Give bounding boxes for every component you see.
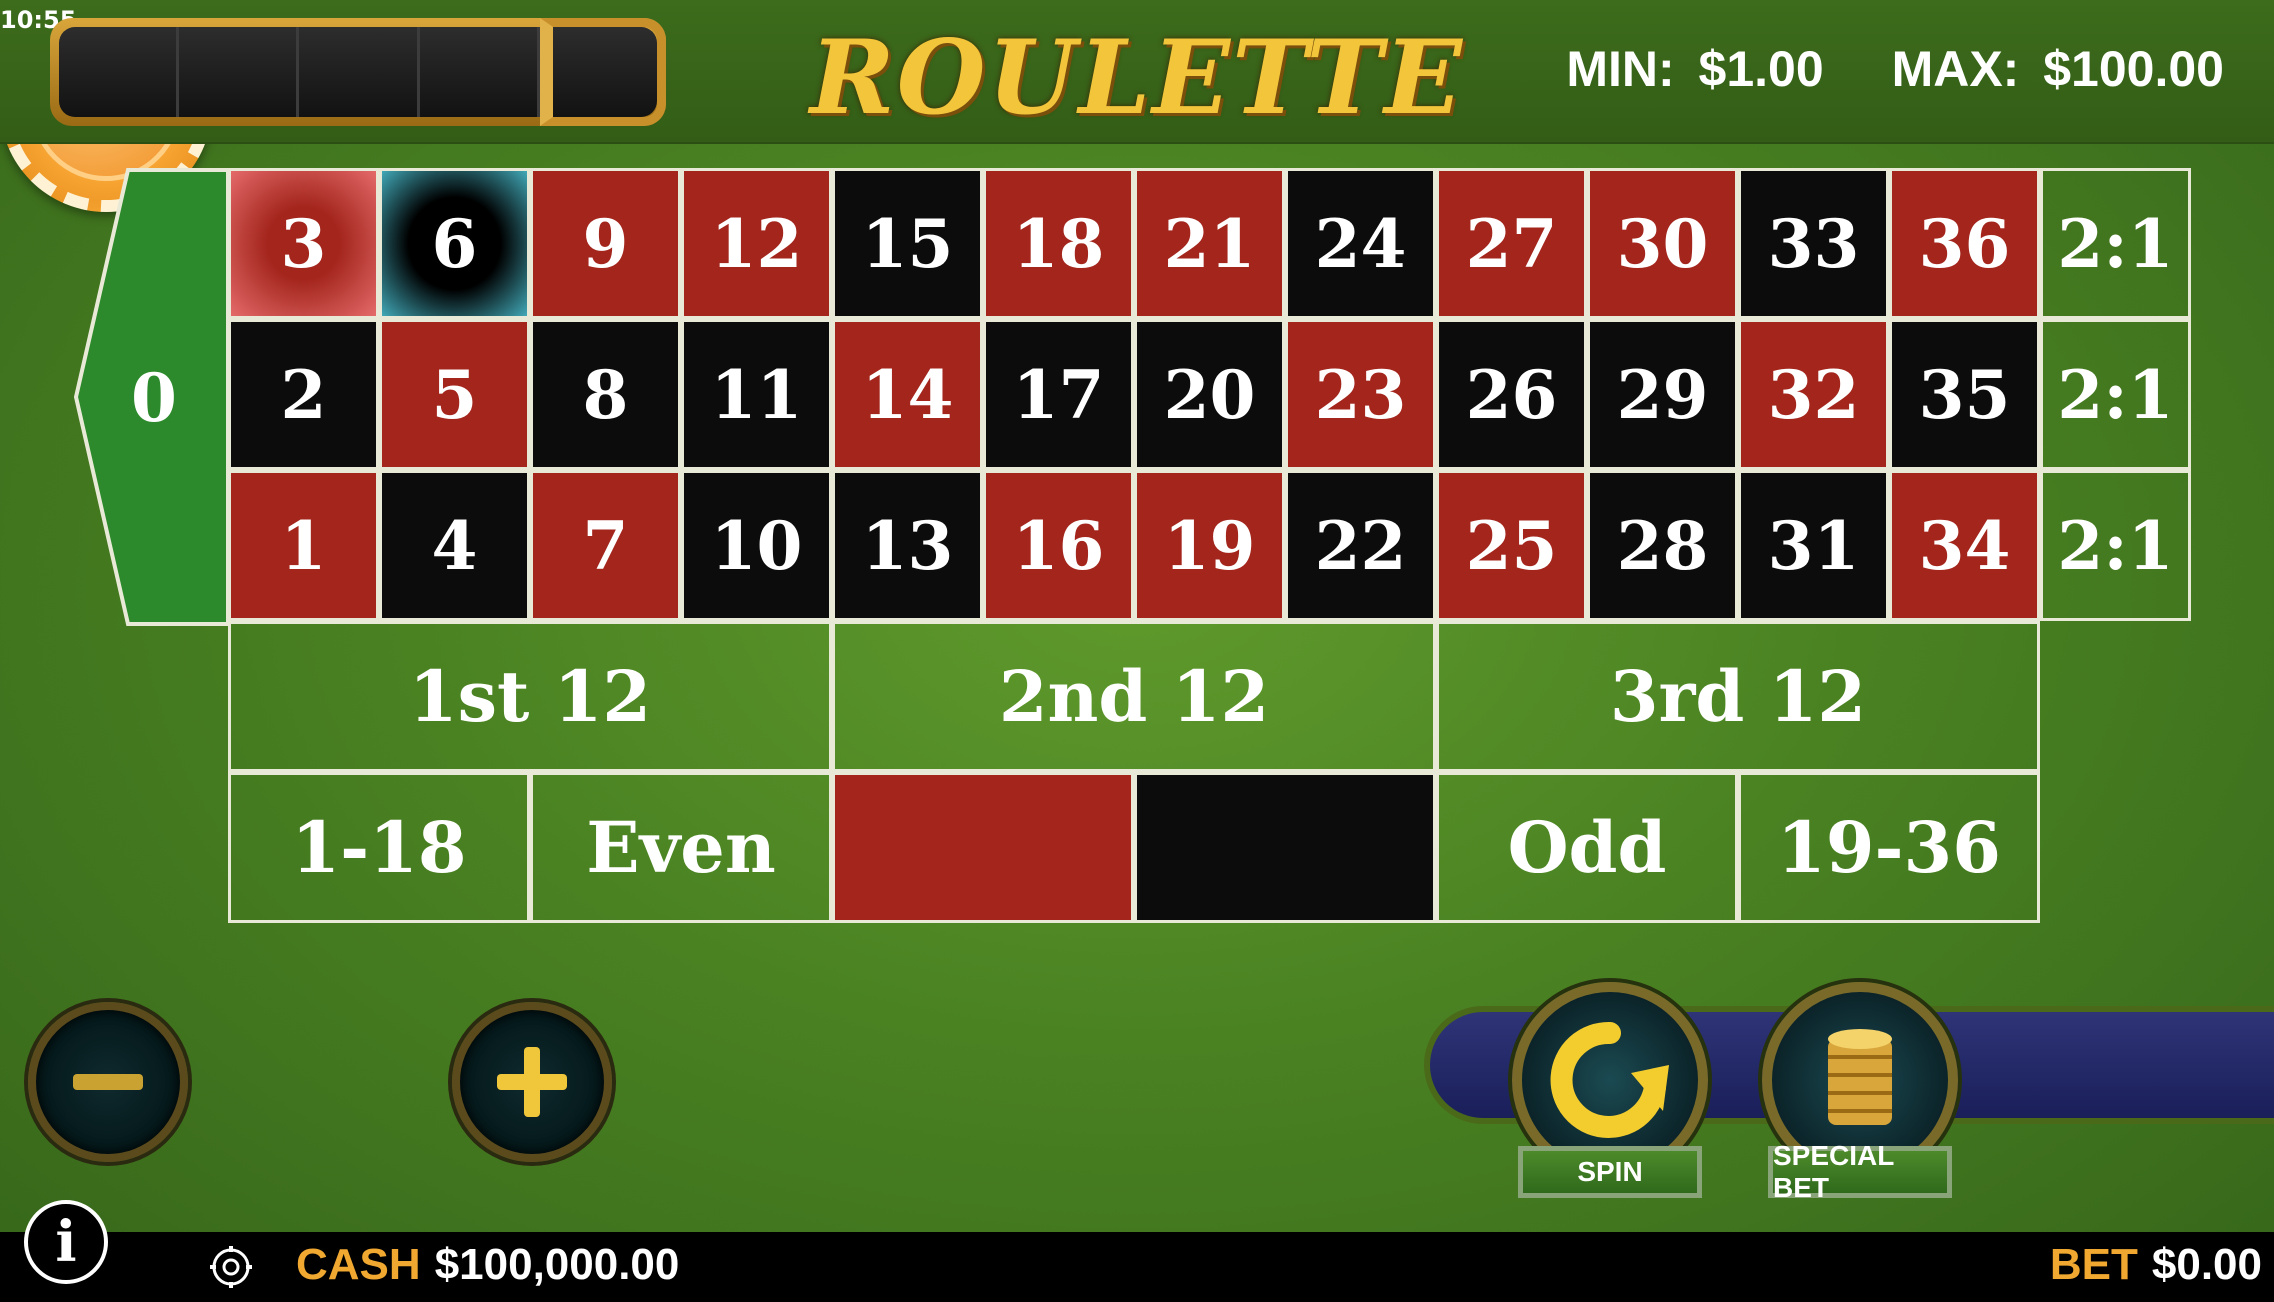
- plus-icon: [497, 1047, 567, 1117]
- zero-pocket[interactable]: 0: [74, 168, 230, 626]
- number-cell-5[interactable]: 5: [379, 319, 530, 470]
- number-cell-19[interactable]: 19: [1134, 470, 1285, 621]
- number-cell-14[interactable]: 14: [832, 319, 983, 470]
- number-cell-2[interactable]: 2: [228, 319, 379, 470]
- min-limit-label: MIN:: [1566, 41, 1675, 97]
- number-cell-26[interactable]: 26: [1436, 319, 1587, 470]
- min-limit-value: $1.00: [1698, 41, 1824, 97]
- special-bet-label[interactable]: SPECIAL BET: [1768, 1140, 1952, 1203]
- number-cell-27[interactable]: 27: [1436, 168, 1587, 319]
- number-cell-34[interactable]: 34: [1889, 470, 2040, 621]
- odd-bet[interactable]: Odd: [1436, 772, 1738, 923]
- number-cell-22[interactable]: 22: [1285, 470, 1436, 621]
- black-bet[interactable]: [1134, 772, 1436, 923]
- number-cell-24[interactable]: 24: [1285, 168, 1436, 319]
- low-bet-1-18[interactable]: 1-18: [228, 772, 530, 923]
- even-bet[interactable]: Even: [530, 772, 832, 923]
- minus-icon: [73, 1074, 143, 1090]
- number-cell-12[interactable]: 12: [681, 168, 832, 319]
- column-bet-2[interactable]: 2:1: [2040, 319, 2191, 470]
- number-cell-15[interactable]: 15: [832, 168, 983, 319]
- number-cell-8[interactable]: 8: [530, 319, 681, 470]
- number-cell-7[interactable]: 7: [530, 470, 681, 621]
- number-cell-3[interactable]: 3: [228, 168, 379, 319]
- number-cell-20[interactable]: 20: [1134, 319, 1285, 470]
- number-cell-33[interactable]: 33: [1738, 168, 1889, 319]
- number-cell-30[interactable]: 30: [1587, 168, 1738, 319]
- number-cell-13[interactable]: 13: [832, 470, 983, 621]
- number-cell-35[interactable]: 35: [1889, 319, 2040, 470]
- bet-limits: MIN: $1.00 MAX: $100.00: [1512, 40, 2224, 98]
- cash-label: CASH: [296, 1240, 421, 1289]
- number-cell-28[interactable]: 28: [1587, 470, 1738, 621]
- column-bet-1[interactable]: 2:1: [2040, 168, 2191, 319]
- spin-label[interactable]: SPIN: [1518, 1146, 1702, 1198]
- max-limit-label: MAX:: [1891, 41, 2020, 97]
- dozen-bet-3[interactable]: 3rd 12: [1436, 621, 2040, 772]
- number-cell-10[interactable]: 10: [681, 470, 832, 621]
- increase-chip-button[interactable]: [452, 1002, 612, 1162]
- number-cell-17[interactable]: 17: [983, 319, 1134, 470]
- number-cell-11[interactable]: 11: [681, 319, 832, 470]
- number-cell-29[interactable]: 29: [1587, 319, 1738, 470]
- dozen-bet-2[interactable]: 2nd 12: [832, 621, 1436, 772]
- high-bet-19-36[interactable]: 19-36: [1738, 772, 2040, 923]
- max-limit-value: $100.00: [2043, 41, 2224, 97]
- number-cell-9[interactable]: 9: [530, 168, 681, 319]
- number-cell-1[interactable]: 1: [228, 470, 379, 621]
- zero-label: 0: [131, 359, 177, 437]
- number-cell-18[interactable]: 18: [983, 168, 1134, 319]
- bet-display: BET $0.00: [2050, 1240, 2262, 1290]
- red-bet[interactable]: [832, 772, 1134, 923]
- column-bet-3[interactable]: 2:1: [2040, 470, 2191, 621]
- bet-label: BET: [2049, 1240, 2138, 1289]
- cash-display: CASH $100,000.00: [296, 1240, 679, 1290]
- number-cell-32[interactable]: 32: [1738, 319, 1889, 470]
- number-cell-21[interactable]: 21: [1134, 168, 1285, 319]
- spin-arrow-icon: [1550, 1021, 1669, 1138]
- number-cell-6[interactable]: 6: [379, 168, 530, 319]
- cash-value: $100,000.00: [434, 1240, 680, 1289]
- number-cell-16[interactable]: 16: [983, 470, 1134, 621]
- dozen-bet-1[interactable]: 1st 12: [228, 621, 832, 772]
- number-cell-31[interactable]: 31: [1738, 470, 1889, 621]
- gear-icon[interactable]: [208, 1244, 254, 1290]
- number-cell-4[interactable]: 4: [379, 470, 530, 621]
- number-cell-25[interactable]: 25: [1436, 470, 1587, 621]
- number-cell-36[interactable]: 36: [1889, 168, 2040, 319]
- decrease-chip-button[interactable]: [28, 1002, 188, 1162]
- coin-stack-icon: [1828, 1029, 1892, 1125]
- bet-value: $0.00: [2151, 1240, 2262, 1289]
- number-cell-23[interactable]: 23: [1285, 319, 1436, 470]
- info-icon[interactable]: i: [24, 1200, 108, 1284]
